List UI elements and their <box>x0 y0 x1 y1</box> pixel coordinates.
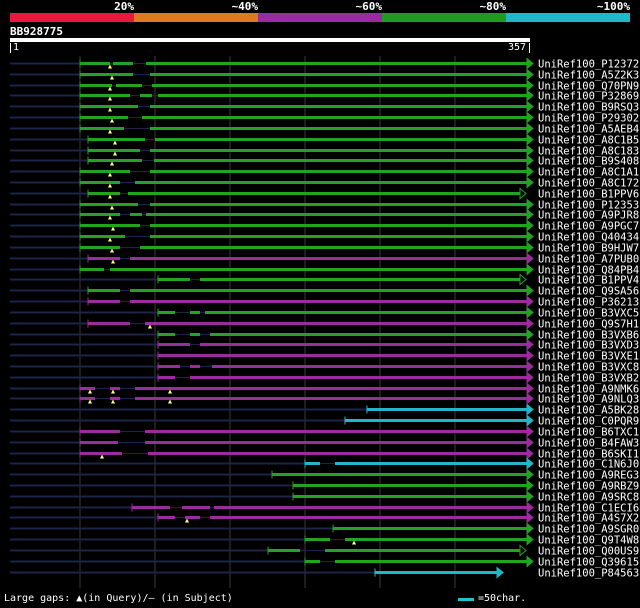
hit-end-arrow <box>526 165 534 178</box>
query-gap-marker <box>148 324 152 329</box>
hit-end-arrow <box>519 273 527 286</box>
query-gap-marker <box>108 64 112 69</box>
hit-end-arrow <box>526 457 534 470</box>
hit-end-arrow <box>526 392 534 405</box>
hit-end-arrow <box>526 360 534 373</box>
hit-row[interactable]: UniRef100_P84563 <box>10 566 639 580</box>
query-gap-marker <box>108 129 112 134</box>
query-gap-marker <box>108 237 112 242</box>
query-gap-marker <box>111 226 115 231</box>
hit-end-arrow <box>526 176 534 189</box>
query-gap-marker <box>88 389 92 394</box>
hit-end-arrow <box>526 208 534 221</box>
hit-end-arrow <box>526 338 534 351</box>
query-gap-marker <box>108 183 112 188</box>
query-gap-marker <box>113 140 117 145</box>
large-gaps-legend: Large gaps: ▲(in Query)/– (in Subject) <box>4 593 233 604</box>
hit-end-arrow <box>519 187 527 200</box>
query-gap-marker <box>110 161 114 166</box>
scale-bar <box>458 598 474 601</box>
hit-end-arrow <box>526 382 534 395</box>
hit-end-arrow <box>526 436 534 449</box>
query-gap-marker <box>100 454 104 459</box>
hit-label: UniRef100_P84563 <box>538 568 639 580</box>
hit-end-arrow <box>526 122 534 135</box>
query-gap-marker <box>168 399 172 404</box>
hit-end-arrow <box>526 522 534 535</box>
hit-end-arrow <box>526 89 534 102</box>
hit-end-arrow <box>526 414 534 427</box>
hit-end-arrow <box>526 490 534 503</box>
hit-end-arrow <box>526 447 534 460</box>
hit-end-arrow <box>526 100 534 113</box>
query-gap-marker <box>110 118 114 123</box>
hit-end-arrow <box>526 198 534 211</box>
hit-end-arrow <box>526 295 534 308</box>
query-gap-marker <box>110 248 114 253</box>
hit-end-arrow <box>526 403 534 416</box>
query-gap-marker <box>352 540 356 545</box>
hit-end-arrow <box>526 144 534 157</box>
query-gap-marker <box>111 399 115 404</box>
hit-end-arrow <box>526 252 534 265</box>
query-gap-marker <box>108 172 112 177</box>
query-gap-marker <box>113 151 117 156</box>
hit-end-arrow <box>519 544 527 557</box>
query-gap-marker <box>185 518 189 523</box>
hit-end-arrow <box>526 241 534 254</box>
hit-end-arrow <box>526 79 534 92</box>
query-gap-marker <box>108 215 112 220</box>
hit-end-arrow <box>526 219 534 232</box>
query-gap-marker <box>111 259 115 264</box>
query-gap-marker <box>88 399 92 404</box>
hit-end-arrow <box>526 230 534 243</box>
hit-end-arrow <box>526 468 534 481</box>
hit-end-arrow <box>526 555 534 568</box>
query-gap-marker <box>108 96 112 101</box>
hit-end-arrow <box>526 317 534 330</box>
hit-end-arrow <box>526 284 534 297</box>
query-gap-marker <box>111 389 115 394</box>
hit-alignment-canvas: UniRef100_P12372UniRef100_A5Z2K3UniRef10… <box>10 56 639 588</box>
hit-end-arrow <box>496 566 504 579</box>
query-gap-marker <box>168 389 172 394</box>
hit-end-arrow <box>526 349 534 362</box>
hit-end-arrow <box>526 133 534 146</box>
hit-end-arrow <box>526 111 534 124</box>
hit-end-arrow <box>526 306 534 319</box>
query-gap-marker <box>110 75 114 80</box>
hit-end-arrow <box>526 371 534 384</box>
hit-end-arrow <box>526 511 534 524</box>
query-gap-marker <box>108 194 112 199</box>
hit-end-arrow <box>526 68 534 81</box>
hit-end-arrow <box>526 263 534 276</box>
hit-end-arrow <box>526 501 534 514</box>
hit-end-arrow <box>526 425 534 438</box>
hit-end-arrow <box>526 533 534 546</box>
hit-end-arrow <box>526 154 534 167</box>
query-gap-marker <box>108 107 112 112</box>
blast-alignment-view: 20% ~40% ~60% ~80% ~100% BB928775 1 357 … <box>0 0 640 608</box>
query-gap-marker <box>110 205 114 210</box>
hit-end-arrow <box>526 479 534 492</box>
query-gap-marker <box>108 86 112 91</box>
hit-end-arrow <box>526 57 534 70</box>
scale-label: =50char. <box>478 593 527 604</box>
hit-end-arrow <box>526 328 534 341</box>
